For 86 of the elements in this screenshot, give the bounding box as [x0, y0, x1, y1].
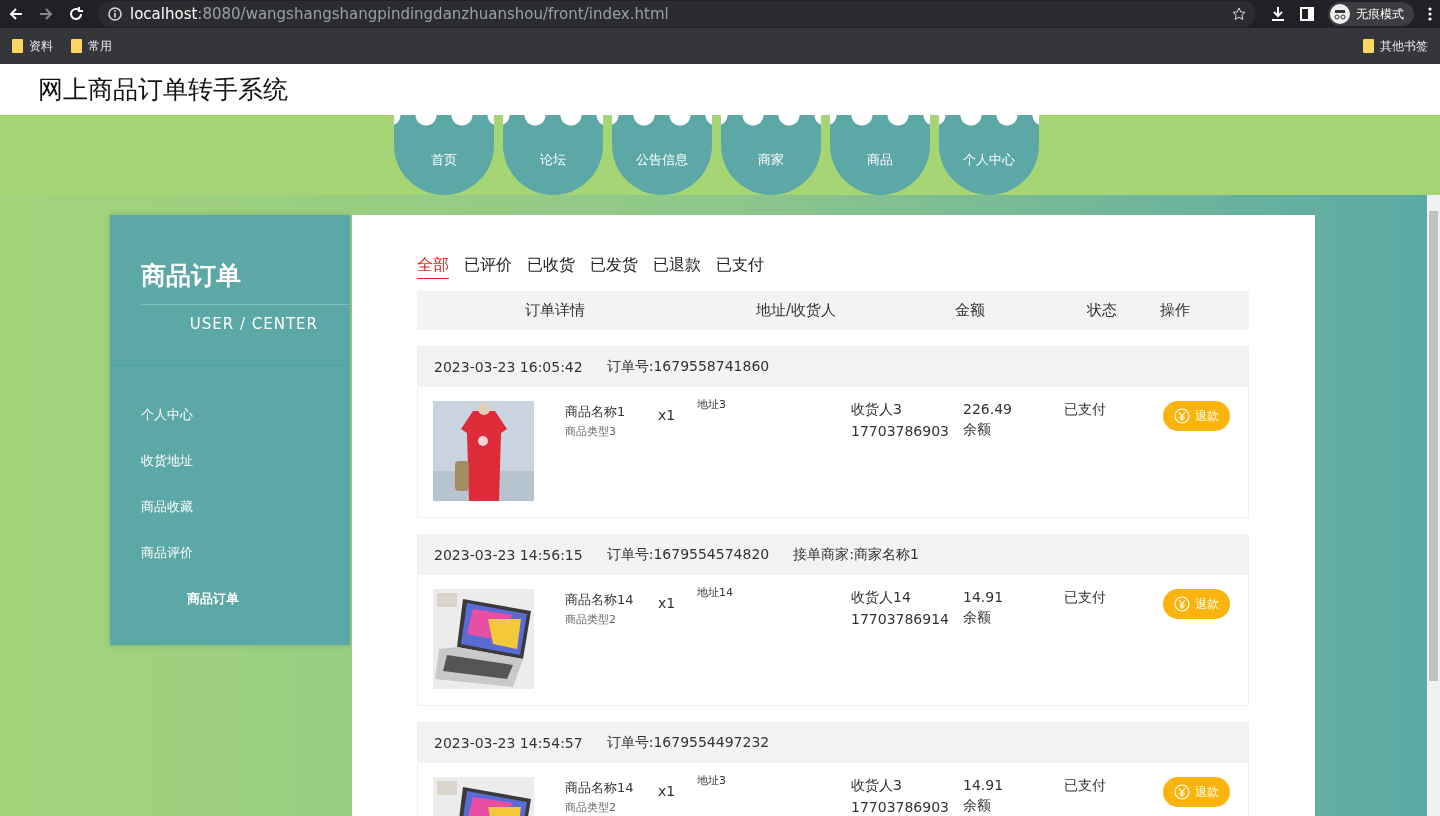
order-number: 订单号:1679554497232	[606, 734, 770, 752]
refund-button[interactable]: 退款	[1163, 777, 1230, 807]
quantity: x1	[658, 782, 677, 799]
quantity: x1	[658, 406, 677, 423]
sidebar-item[interactable]: 收货地址	[141, 452, 193, 470]
product-name: 商品名称14	[565, 779, 635, 797]
order-number: 订单号:1679554574820	[606, 546, 770, 564]
column-header: 金额	[954, 301, 986, 320]
payment-method: 余额	[963, 609, 992, 627]
order-status: 已支付	[1064, 401, 1107, 419]
profile-button[interactable]: 无痕模式	[1328, 2, 1414, 26]
sidebar-item[interactable]: 商品订单	[141, 590, 239, 608]
bookmark[interactable]: 常用	[88, 37, 112, 55]
column-header: 状态	[1086, 301, 1118, 320]
sidebar-title: 商品订单	[141, 259, 350, 305]
download-icon[interactable]	[1270, 6, 1286, 22]
payment-method: 余额	[963, 797, 992, 815]
sidebar-item[interactable]: 个人中心	[141, 406, 193, 424]
receiver-phone: 17703786903	[851, 423, 950, 439]
url-host: localhost	[130, 5, 198, 23]
sidebar-item[interactable]: 商品收藏	[141, 498, 193, 516]
nav-tab[interactable]: 商品	[829, 115, 930, 195]
url-path: :8080/wangshangshangpindingdanzhuanshou/front/index.html	[197, 5, 669, 23]
payment-method: 余额	[963, 421, 992, 439]
sidebar-icon[interactable]	[1300, 7, 1314, 21]
quantity: x1	[658, 594, 677, 611]
star-icon[interactable]	[1232, 7, 1246, 21]
filter-tab[interactable]: 已发货	[590, 255, 638, 279]
address: 地址3	[697, 397, 727, 412]
nav-tab[interactable]: 首页	[393, 115, 494, 195]
nav-tab[interactable]: 个人中心	[938, 115, 1039, 195]
product-type: 商品类型3	[565, 424, 617, 439]
forward-icon[interactable]	[38, 6, 54, 22]
product-name: 商品名称14	[565, 591, 635, 609]
sidebar-item[interactable]: 商品评价	[141, 544, 193, 562]
order-merchant: 接单商家:商家名称1	[793, 546, 919, 564]
reload-icon[interactable]	[68, 6, 84, 22]
product-type: 商品类型2	[565, 800, 617, 815]
filter-tab[interactable]: 已退款	[653, 255, 701, 279]
sidebar-subtitle: USER / CENTER	[188, 314, 319, 333]
receiver-name: 收货人14	[851, 589, 912, 607]
nav-tab[interactable]: 公告信息	[611, 115, 712, 195]
yen-icon	[1174, 596, 1190, 612]
nav-tab[interactable]: 论坛	[502, 115, 603, 195]
scrollbar-thumb[interactable]	[1429, 211, 1438, 681]
column-header: 操作	[1160, 301, 1191, 320]
order-time: 2023-03-23 16:05:42	[434, 359, 583, 375]
order-time: 2023-03-23 14:54:57	[434, 735, 583, 751]
folder-icon	[1363, 39, 1374, 53]
receiver-phone: 17703786903	[851, 799, 950, 815]
column-header: 地址/收货人	[754, 301, 838, 320]
address: 地址14	[697, 585, 734, 600]
order-number: 订单号:1679558741860	[606, 358, 770, 376]
address: 地址3	[697, 773, 727, 788]
bookmark[interactable]: 资料	[29, 37, 53, 55]
product-name: 商品名称1	[565, 403, 627, 421]
amount: 14.91	[963, 777, 1005, 793]
filter-tab[interactable]: 全部	[417, 255, 449, 279]
filter-tab[interactable]: 已收货	[527, 255, 575, 279]
amount: 14.91	[963, 589, 1005, 605]
back-icon[interactable]	[8, 6, 24, 22]
column-header: 订单详情	[523, 301, 586, 320]
folder-icon	[12, 39, 23, 53]
receiver-name: 收货人3	[851, 777, 903, 795]
refund-button[interactable]: 退款	[1163, 589, 1230, 619]
incognito-icon	[1330, 4, 1350, 24]
yen-icon	[1174, 408, 1190, 424]
amount: 226.49	[963, 401, 1013, 417]
nav-tab[interactable]: 商家	[720, 115, 821, 195]
site-title: 网上商品订单转手系统	[38, 74, 288, 106]
filter-tab[interactable]: 已评价	[464, 255, 512, 279]
scrollbar[interactable]	[1427, 195, 1440, 816]
receiver-name: 收货人3	[851, 401, 903, 419]
info-icon	[108, 7, 122, 21]
product-type: 商品类型2	[565, 612, 617, 627]
refund-button[interactable]: 退款	[1163, 401, 1230, 431]
other-bookmarks[interactable]: 其他书签	[1380, 37, 1428, 55]
order-status: 已支付	[1064, 589, 1107, 607]
folder-icon	[71, 39, 82, 53]
order-status: 已支付	[1064, 777, 1107, 795]
order-time: 2023-03-23 14:56:15	[434, 547, 583, 563]
address-bar[interactable]: localhost:8080/wangshangshangpindingdanzhuanshou/front/index.html	[98, 1, 1256, 27]
receiver-phone: 17703786914	[851, 611, 950, 627]
yen-icon	[1174, 784, 1190, 800]
menu-icon[interactable]	[1428, 7, 1432, 21]
filter-tab[interactable]: 已支付	[716, 255, 764, 279]
